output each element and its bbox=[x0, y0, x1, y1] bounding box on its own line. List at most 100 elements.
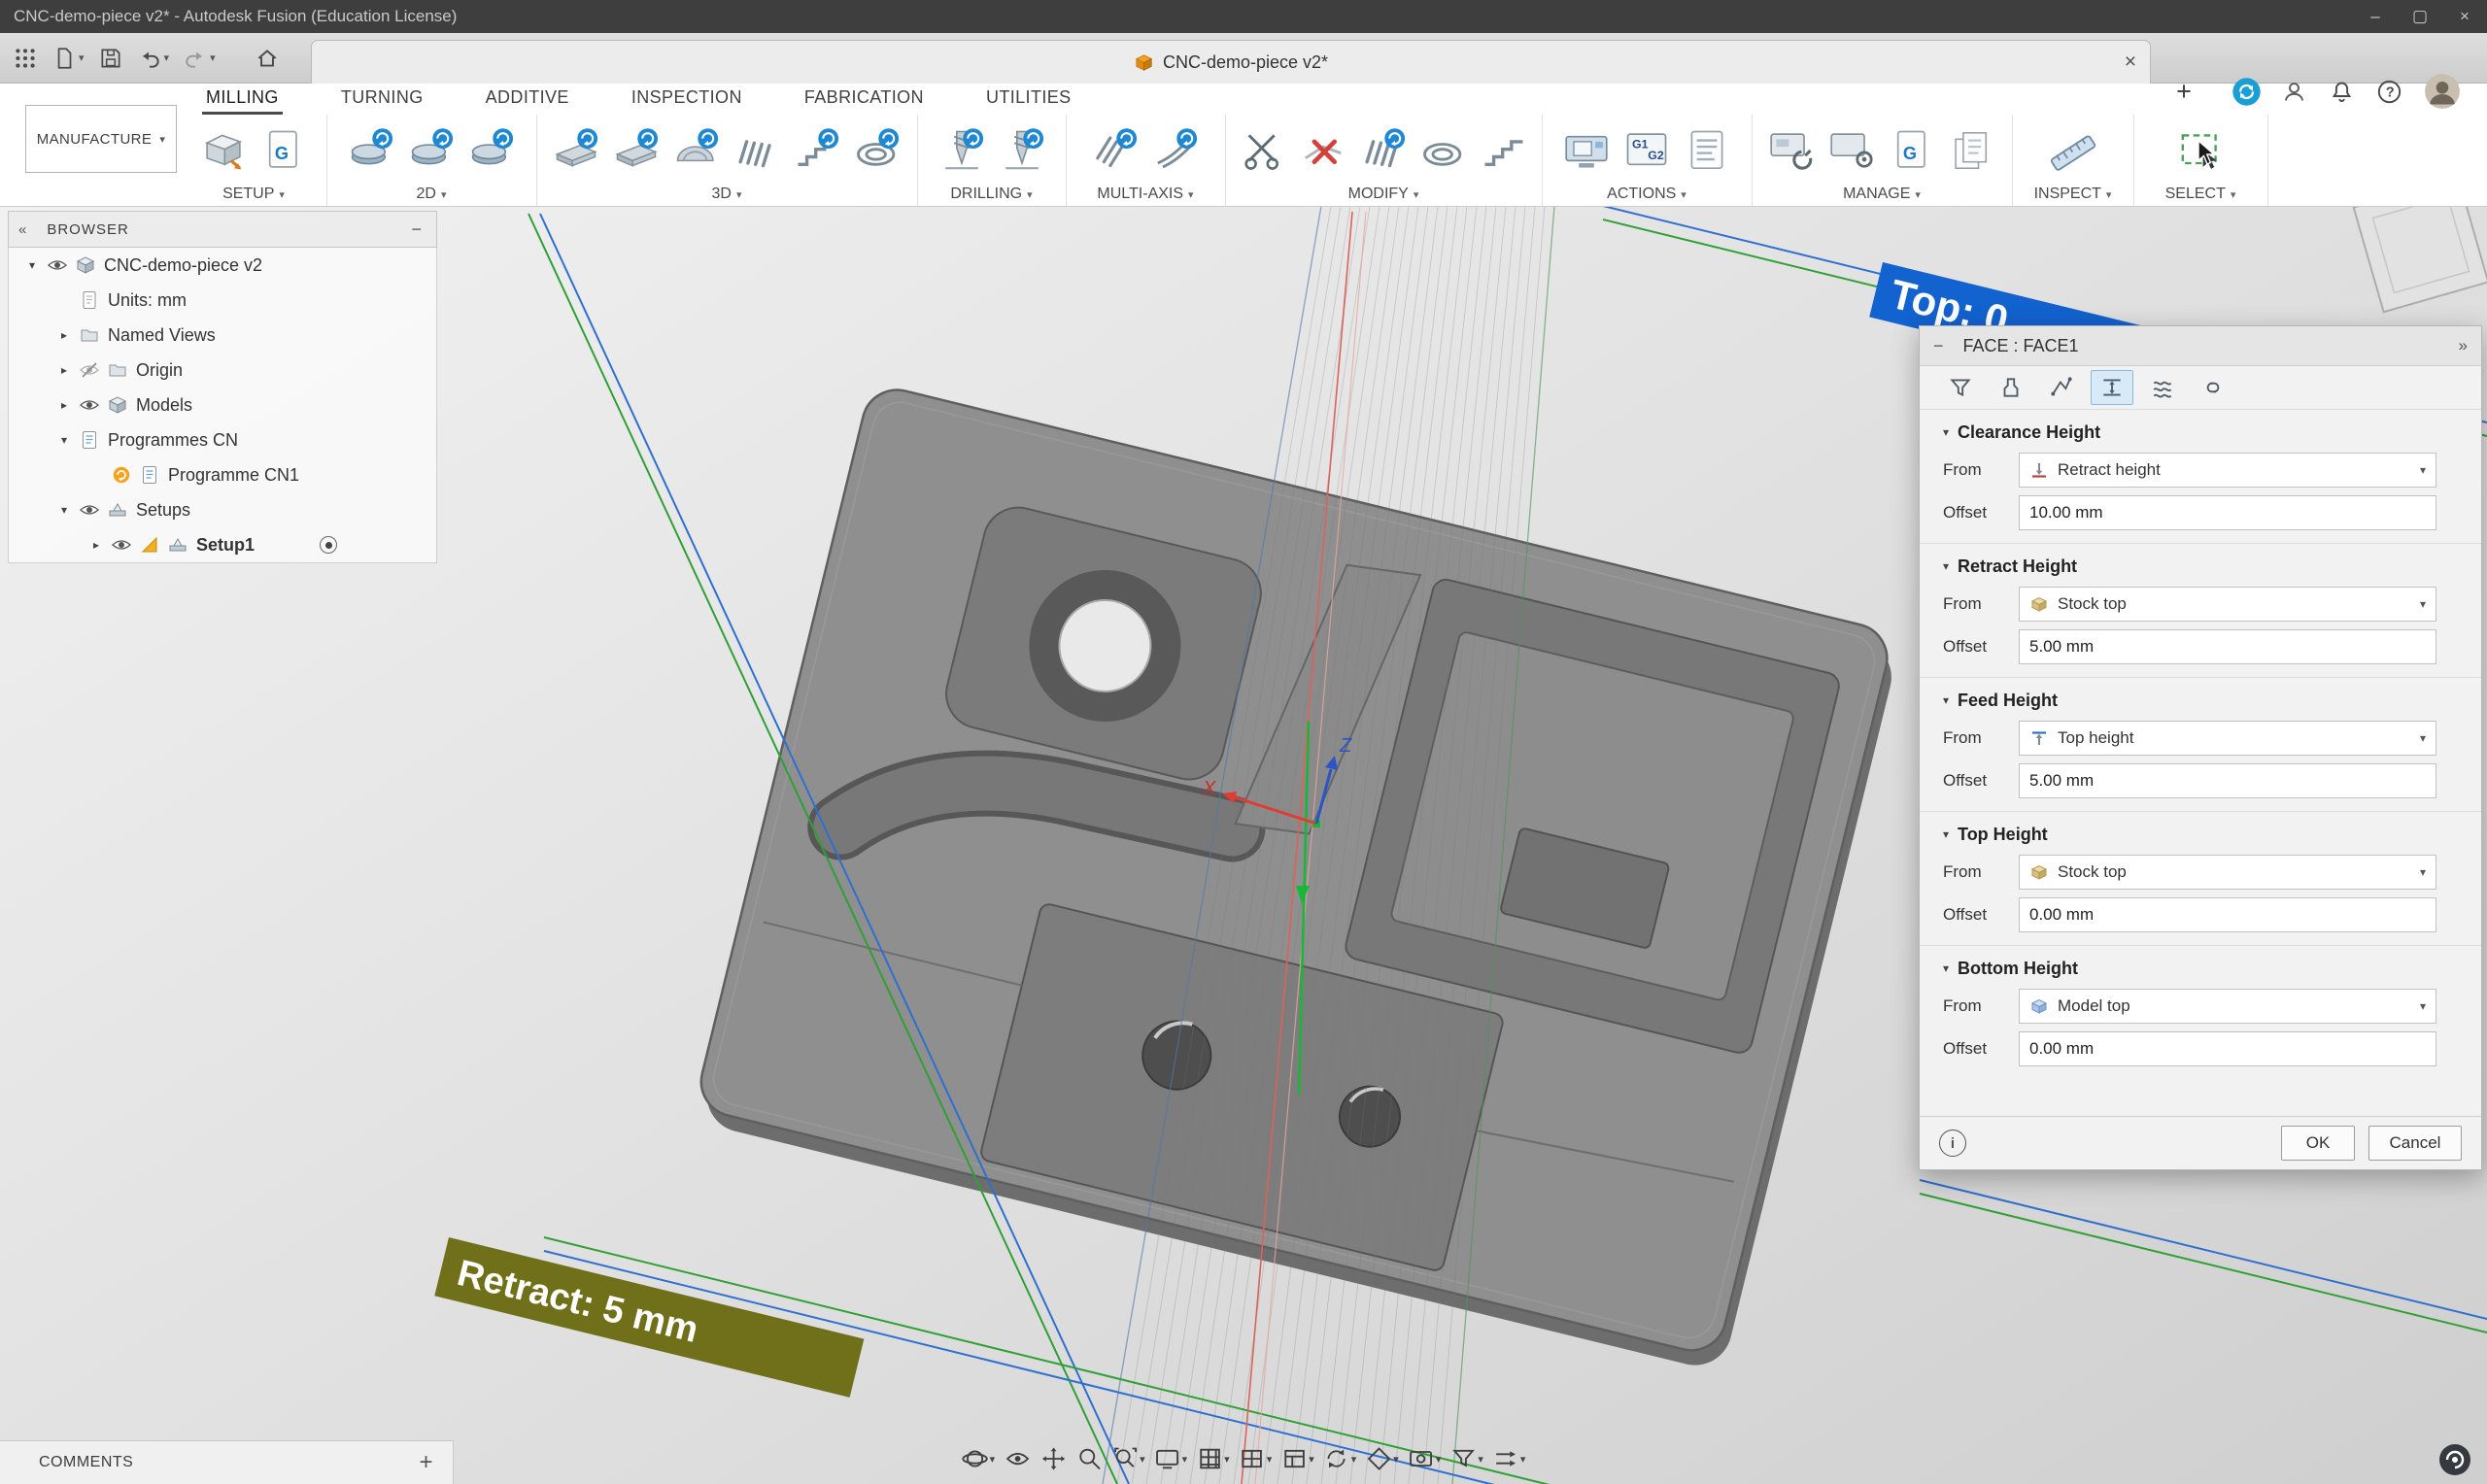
section-collapse-icon[interactable]: ▾ bbox=[1943, 827, 1949, 841]
comments-bar[interactable]: COMMENTS + bbox=[0, 1440, 454, 1484]
3d-adaptive-icon[interactable] bbox=[551, 125, 601, 176]
new-tab-button[interactable]: + bbox=[2168, 76, 2199, 107]
retract-height-offset-input[interactable] bbox=[2019, 629, 2436, 664]
minimize-panel-icon[interactable]: − bbox=[411, 219, 423, 240]
effects-icon[interactable]: ▾ bbox=[1362, 1443, 1402, 1474]
dialog-header[interactable]: − FACE : FACE1 » bbox=[1920, 326, 2481, 366]
job-status-icon[interactable] bbox=[2231, 76, 2262, 107]
tree-row-units-mm[interactable]: Units: mm bbox=[9, 283, 436, 318]
bottom-height-from-dropdown[interactable]: Model top▾ bbox=[2019, 989, 2436, 1024]
redo-icon[interactable]: ▾ bbox=[176, 42, 222, 75]
machine-library-icon[interactable] bbox=[1826, 125, 1877, 176]
group-dropdown-multi-axis[interactable]: MULTI-AXIS▾ bbox=[1097, 183, 1193, 206]
user-avatar[interactable] bbox=[2425, 74, 2460, 109]
eye-off-icon[interactable] bbox=[79, 359, 100, 381]
chevron-right-icon[interactable]: ▸ bbox=[56, 328, 72, 342]
cam-document-icon[interactable]: G bbox=[258, 125, 309, 176]
undo-icon[interactable]: ▾ bbox=[130, 42, 177, 75]
visibility-filter-icon[interactable]: ▾ bbox=[1447, 1443, 1486, 1474]
maximize-button[interactable]: ▢ bbox=[2398, 0, 2442, 33]
tab-close-icon[interactable]: × bbox=[2125, 51, 2136, 74]
close-button[interactable]: × bbox=[2442, 0, 2487, 33]
ribbon-tab-additive[interactable]: ADDITIVE bbox=[482, 83, 573, 115]
view-cube[interactable] bbox=[2354, 206, 2487, 312]
document-tab[interactable]: CNC-demo-piece v2* × bbox=[311, 40, 2151, 84]
collaborate-icon[interactable] bbox=[2278, 76, 2309, 107]
zoom-window-icon[interactable]: ▾ bbox=[1108, 1443, 1148, 1474]
templates-icon[interactable] bbox=[1947, 125, 1997, 176]
refresh-icon[interactable]: ▾ bbox=[1320, 1443, 1360, 1474]
3d-steep-and-shallow-icon[interactable] bbox=[671, 125, 722, 176]
bottom-height-header[interactable]: ▾Bottom Height bbox=[1943, 956, 2458, 981]
geometry-tab-icon[interactable] bbox=[2040, 370, 2083, 405]
post-library-icon[interactable]: G bbox=[1887, 125, 1937, 176]
eye-icon[interactable] bbox=[111, 534, 132, 556]
setup-sheet-icon[interactable] bbox=[1682, 125, 1732, 176]
group-dropdown-setup[interactable]: SETUP▾ bbox=[222, 183, 285, 206]
collapse-panel-icon[interactable]: « bbox=[18, 221, 27, 238]
post-process-icon[interactable]: G1G2 bbox=[1621, 125, 1672, 176]
group-dropdown-inspect[interactable]: INSPECT▾ bbox=[2034, 183, 2112, 206]
chevron-right-icon[interactable]: ▸ bbox=[56, 363, 72, 377]
filter-tab-icon[interactable] bbox=[1939, 370, 1982, 405]
ribbon-tab-inspection[interactable]: INSPECTION bbox=[628, 83, 746, 115]
clearance-height-header[interactable]: ▾Clearance Height bbox=[1943, 420, 2458, 445]
2d-pocket-icon[interactable] bbox=[406, 125, 457, 176]
section-collapse-icon[interactable]: ▾ bbox=[1943, 693, 1949, 707]
notifications-icon[interactable] bbox=[2326, 76, 2357, 107]
file-icon[interactable]: ▾ bbox=[45, 42, 91, 75]
ok-button[interactable]: OK bbox=[2281, 1126, 2355, 1161]
toolpath-reorder-icon[interactable] bbox=[1479, 125, 1529, 176]
assistant-icon[interactable] bbox=[2438, 1443, 2471, 1476]
save-icon[interactable] bbox=[91, 42, 130, 75]
top-height-from-dropdown[interactable]: Stock top▾ bbox=[2019, 855, 2436, 890]
group-dropdown-actions[interactable]: ACTIONS▾ bbox=[1607, 183, 1686, 206]
zoom-icon[interactable] bbox=[1073, 1443, 1106, 1474]
tree-row-cnc-demo-piece-v2[interactable]: ▾CNC-demo-piece v2 bbox=[9, 248, 436, 283]
section-collapse-icon[interactable]: ▾ bbox=[1943, 559, 1949, 573]
tree-row-programme-cn1[interactable]: Programme CN1 bbox=[9, 457, 436, 492]
erase-toolpath-icon[interactable] bbox=[1298, 125, 1348, 176]
clearance-height-from-dropdown[interactable]: Retract height▾ bbox=[2019, 453, 2436, 488]
group-dropdown-3d[interactable]: 3D▾ bbox=[712, 183, 742, 206]
active-setup-radio[interactable] bbox=[320, 536, 337, 554]
setup-icon[interactable] bbox=[198, 125, 249, 176]
tree-row-models[interactable]: ▸Models bbox=[9, 388, 436, 422]
pipeline-icon[interactable]: ▾ bbox=[1489, 1443, 1529, 1474]
display-settings-icon[interactable]: ▾ bbox=[1151, 1443, 1191, 1474]
2d-adaptive-icon[interactable] bbox=[346, 125, 396, 176]
help-icon[interactable]: ? bbox=[2373, 76, 2404, 107]
add-comment-icon[interactable]: + bbox=[419, 1449, 433, 1476]
section-collapse-icon[interactable]: ▾ bbox=[1943, 425, 1949, 439]
dialog-expand-icon[interactable]: » bbox=[2459, 336, 2468, 355]
chevron-down-icon[interactable]: ▾ bbox=[56, 503, 72, 517]
capture-icon[interactable]: ▾ bbox=[1405, 1443, 1445, 1474]
feed-height-offset-input[interactable] bbox=[2019, 763, 2436, 798]
2d-contour-icon[interactable] bbox=[466, 125, 517, 176]
ribbon-tab-fabrication[interactable]: FABRICATION bbox=[801, 83, 928, 115]
apps-icon[interactable] bbox=[6, 42, 45, 75]
tree-row-programmes-cn[interactable]: ▾Programmes CN bbox=[9, 422, 436, 457]
info-icon[interactable]: i bbox=[1939, 1130, 1966, 1157]
3d-contour-icon[interactable] bbox=[792, 125, 842, 176]
look-at-icon[interactable] bbox=[1001, 1443, 1034, 1474]
passes-tab-icon[interactable] bbox=[2141, 370, 2184, 405]
drill-icon[interactable] bbox=[937, 125, 987, 176]
eye-icon[interactable] bbox=[79, 499, 100, 521]
retract-height-from-dropdown[interactable]: Stock top▾ bbox=[2019, 587, 2436, 622]
chevron-right-icon[interactable]: ▸ bbox=[56, 398, 72, 412]
trim-toolpath-icon[interactable] bbox=[1238, 125, 1288, 176]
clearance-height-offset-input[interactable] bbox=[2019, 495, 2436, 530]
top-height-header[interactable]: ▾Top Height bbox=[1943, 822, 2458, 847]
group-dropdown-2d[interactable]: 2D▾ bbox=[417, 183, 447, 206]
orbit-icon[interactable]: ▾ bbox=[959, 1443, 999, 1474]
group-dropdown-modify[interactable]: MODIFY▾ bbox=[1348, 183, 1419, 206]
bottom-height-offset-input[interactable] bbox=[2019, 1031, 2436, 1066]
3d-parallel-icon[interactable] bbox=[732, 125, 782, 176]
tool-tab-icon[interactable] bbox=[1990, 370, 2032, 405]
tool-library-icon[interactable] bbox=[1766, 125, 1817, 176]
chevron-right-icon[interactable]: ▸ bbox=[88, 538, 104, 552]
feed-height-header[interactable]: ▾Feed Height bbox=[1943, 688, 2458, 713]
top-height-offset-input[interactable] bbox=[2019, 897, 2436, 932]
pan-icon[interactable] bbox=[1037, 1443, 1070, 1474]
